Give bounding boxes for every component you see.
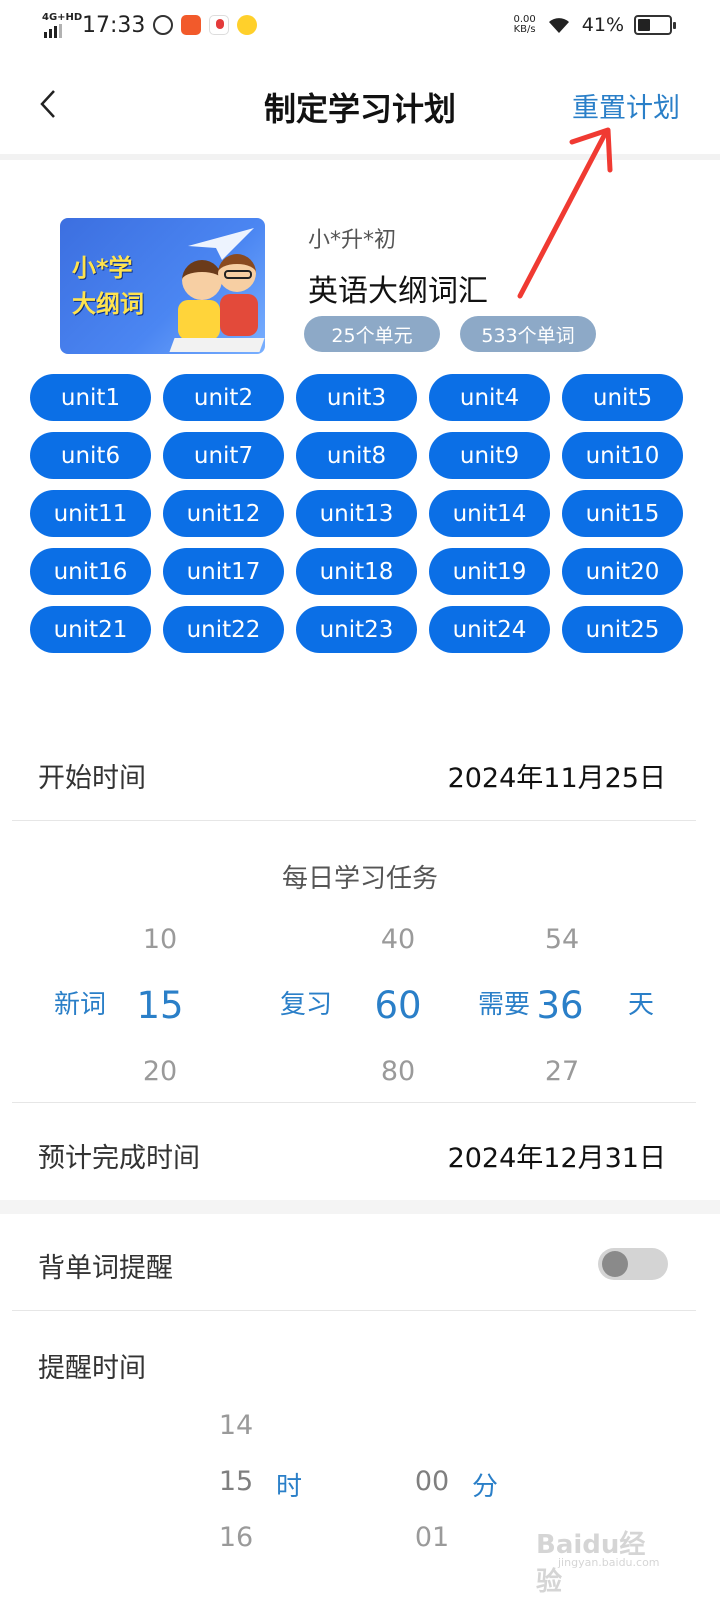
unit-button[interactable]: unit11 [30, 490, 151, 537]
unit-button[interactable]: unit7 [163, 432, 284, 479]
picker-option[interactable]: 14 [196, 1410, 276, 1441]
unit-button[interactable]: unit1 [30, 374, 151, 421]
unit-button[interactable]: unit8 [296, 432, 417, 479]
status-left: 4G+HD 17:33 [42, 12, 258, 38]
reminder-toggle[interactable] [598, 1248, 668, 1280]
divider [12, 1310, 696, 1311]
divider [12, 820, 696, 821]
section-gap [0, 1200, 720, 1214]
minute-unit-label: 分 [472, 1472, 499, 1502]
picker-selected[interactable]: 15 [120, 984, 200, 1027]
unit-button[interactable]: unit14 [429, 490, 550, 537]
divider [12, 1102, 696, 1103]
notification-app-icon [209, 15, 230, 35]
unit-button[interactable]: unit19 [429, 548, 550, 595]
status-bar: 4G+HD 17:33 0.00 KB/s 41% [0, 0, 720, 58]
unit-button[interactable]: unit21 [30, 606, 151, 653]
unit-button[interactable]: unit25 [562, 606, 683, 653]
finish-time-value: 2024年12月31日 [447, 1143, 666, 1174]
book-cover: 小*学 大纲词 [60, 218, 265, 354]
unit-button[interactable]: unit10 [562, 432, 683, 479]
status-time: 17:33 [82, 12, 146, 38]
annotation-arrow-icon [517, 127, 613, 299]
picker-selected[interactable]: 36 [520, 984, 600, 1027]
reminder-time-label: 提醒时间 [38, 1353, 146, 1384]
unit-button[interactable]: unit9 [429, 432, 550, 479]
notification-app-icon [181, 15, 202, 35]
notification-app-icon [153, 15, 174, 35]
unit-button[interactable]: unit13 [296, 490, 417, 537]
unit-button[interactable]: unit22 [163, 606, 284, 653]
picker-option[interactable]: 20 [120, 1056, 200, 1087]
days-unit-label: 天 [628, 990, 655, 1020]
status-right: 0.00 KB/s 41% [513, 14, 676, 36]
toggle-knob [602, 1251, 628, 1277]
start-time-label: 开始时间 [38, 763, 146, 794]
network-speed: 0.00 KB/s [513, 14, 536, 35]
daily-task-title: 每日学习任务 [281, 864, 438, 894]
review-label: 复习 [280, 990, 333, 1020]
new-words-label: 新词 [54, 990, 107, 1020]
unit-button[interactable]: unit17 [163, 548, 284, 595]
unit-button[interactable]: unit3 [296, 374, 417, 421]
picker-option[interactable]: 27 [522, 1056, 602, 1087]
picker-option[interactable]: 80 [358, 1056, 438, 1087]
watermark-url: jingyan.baidu.com [558, 1556, 660, 1569]
unit-button[interactable]: unit15 [562, 490, 683, 537]
words-count-badge: 533个单词 [460, 316, 596, 352]
unit-button[interactable]: unit6 [30, 432, 151, 479]
picker-option[interactable]: 10 [120, 924, 200, 955]
network-type: 4G+HD [42, 12, 83, 23]
book-title: 英语大纲词汇 [308, 274, 488, 309]
unit-grid: unit1 unit2 unit3 unit4 unit5 unit6 unit7 unit8… [30, 374, 690, 653]
unit-button[interactable]: unit5 [562, 374, 683, 421]
picker-option[interactable]: 16 [196, 1522, 276, 1553]
picker-option[interactable]: 01 [392, 1522, 472, 1553]
battery-percent: 41% [581, 14, 624, 36]
picker-option[interactable]: 40 [358, 924, 438, 955]
reminder-label: 背单词提醒 [38, 1253, 173, 1284]
hour-unit-label: 时 [276, 1472, 303, 1502]
watermark: Baidu经验 jingyan.baidu.com [536, 1522, 668, 1597]
picker-selected[interactable]: 60 [358, 984, 438, 1027]
cover-title: 小*学 大纲词 [72, 254, 144, 318]
wifi-icon [548, 18, 569, 33]
cellular-signal-icon: 4G+HD [42, 12, 82, 38]
unit-button[interactable]: unit12 [163, 490, 284, 537]
picker-selected[interactable]: 15 [196, 1466, 276, 1497]
picker-selected[interactable]: 00 [392, 1466, 472, 1497]
unit-button[interactable]: unit24 [429, 606, 550, 653]
book-subtitle: 小*升*初 [308, 228, 397, 253]
picker-option[interactable]: 54 [522, 924, 602, 955]
finish-time-label: 预计完成时间 [38, 1143, 200, 1174]
battery-icon [634, 15, 676, 35]
units-count-badge: 25个单元 [304, 316, 440, 352]
unit-button[interactable]: unit23 [296, 606, 417, 653]
unit-button[interactable]: unit20 [562, 548, 683, 595]
start-time-value[interactable]: 2024年11月25日 [448, 756, 666, 795]
unit-button[interactable]: unit2 [163, 374, 284, 421]
unit-button[interactable]: unit16 [30, 548, 151, 595]
unit-button[interactable]: unit4 [429, 374, 550, 421]
unit-button[interactable]: unit18 [296, 548, 417, 595]
cartoon-kids-illustration [169, 252, 265, 352]
weibo-icon [237, 15, 258, 35]
